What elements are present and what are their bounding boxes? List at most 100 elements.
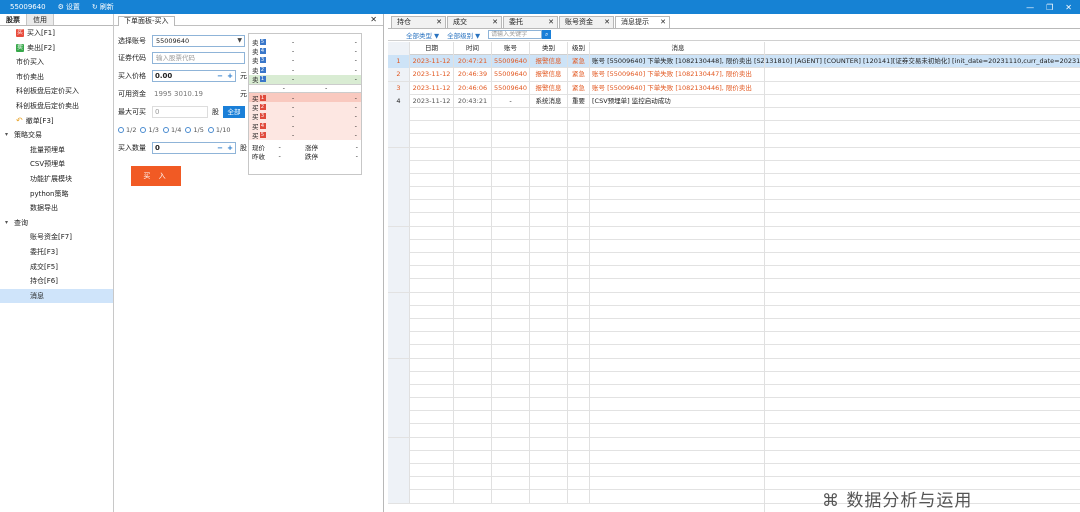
ratio-option[interactable]: 1/4	[162, 126, 181, 134]
minus-icon[interactable]: −	[215, 72, 225, 80]
level-filter[interactable]: 全部级别 ▼	[447, 30, 480, 40]
close-icon[interactable]: ✕	[436, 17, 442, 28]
plus-icon[interactable]: +	[225, 72, 235, 80]
sidebar-item-extension[interactable]: 功能扩展模块	[0, 172, 113, 187]
chevron-down-icon: ▾	[5, 131, 9, 139]
section-query[interactable]: ▾ 查询	[0, 216, 113, 231]
close-icon[interactable]: ✕	[604, 17, 610, 28]
sidebar-item-market-sell[interactable]: 市价卖出	[0, 70, 113, 85]
refresh-icon: ↻	[91, 3, 98, 11]
tab-stock[interactable]: 股票	[0, 14, 27, 25]
empty-row	[388, 226, 1080, 240]
order-book: 卖5-- 卖4-- 卖3-- 卖2-- 卖1-- -- 买1-- 买2-- 买3…	[248, 33, 362, 175]
account-select[interactable]: 55009640 ▼	[152, 35, 245, 47]
tab-orders[interactable]: 委托 ✕	[503, 16, 558, 28]
sidebar-item-star-buy[interactable]: 科创板盘后定价买入	[0, 84, 113, 99]
column-header[interactable]: 日期	[410, 42, 454, 55]
all-button[interactable]: 全部	[223, 106, 245, 118]
type-filter[interactable]: 全部类型 ▼	[406, 30, 439, 40]
sidebar-item-label: 卖出[F2]	[27, 43, 55, 52]
code-input[interactable]: 输入股票代码	[152, 52, 245, 64]
price-unit: 元	[240, 72, 247, 80]
close-icon[interactable]: ✕	[492, 17, 498, 28]
plus-icon[interactable]: +	[225, 144, 235, 152]
buy-button[interactable]: 买 入	[131, 166, 181, 186]
ratio-option[interactable]: 1/3	[140, 126, 159, 134]
table-row[interactable]: 2 2023-11-12 20:46:39 55009640 报警信息 紧急 账号 [550…	[388, 68, 1080, 82]
close-icon[interactable]: ✕	[660, 17, 666, 28]
max-value: 0	[152, 106, 208, 118]
undo-icon: ↶	[16, 115, 23, 125]
minus-icon[interactable]: −	[215, 144, 225, 152]
empty-row	[388, 173, 1080, 188]
empty-row	[388, 305, 1080, 319]
sidebar-item-orders[interactable]: 委托[F3]	[0, 245, 113, 260]
table-row[interactable]: 4 2023-11-12 20:43:21- 系统消息 重要 [CSV预埋单] 监控启动成…	[388, 94, 1080, 108]
section-label: 策略交易	[14, 131, 42, 140]
search-icon[interactable]: ⌕	[542, 30, 552, 39]
sidebar-item-label: 撤单[F3]	[25, 116, 54, 125]
empty-row	[388, 411, 1080, 425]
sell-level-row: 卖3--	[252, 56, 357, 66]
code-label: 证券代码	[118, 54, 146, 62]
sidebar-item-messages[interactable]: 消息	[0, 288, 113, 304]
refresh-button[interactable]: ↻ 刷新	[92, 2, 114, 12]
empty-row	[388, 107, 1080, 122]
sidebar-item-batch[interactable]: 批量预埋单	[0, 143, 113, 158]
empty-row	[388, 345, 1080, 359]
section-strategy[interactable]: ▾ 策略交易	[0, 128, 113, 143]
tab-credit[interactable]: 信用	[27, 14, 54, 25]
sidebar-item-cancel[interactable]: ↶ 撤单[F3]	[0, 114, 113, 129]
sidebar: 股票 信用 买买入[F1] 卖卖出[F2] 市价买入 市价卖出 科创板盘后定价买…	[0, 14, 114, 512]
column-header[interactable]: 消息	[590, 42, 764, 55]
close-icon[interactable]: ✕	[370, 14, 377, 26]
column-header[interactable]: 类别	[530, 42, 568, 55]
sidebar-item-python[interactable]: python策略	[0, 187, 113, 202]
chevron-down-icon: ▾	[5, 218, 9, 226]
book-mid-row: --	[249, 83, 361, 93]
empty-row	[388, 147, 1080, 161]
buy-level-row: 买5--	[249, 130, 361, 140]
empty-row	[388, 490, 1080, 504]
table-row[interactable]: 1 2023-11-12 20:47:21 55009640 报警信息 紧急 账号 [550…	[388, 55, 1080, 69]
tab-funds[interactable]: 账号资金 ✕	[559, 16, 614, 28]
empty-row	[388, 187, 1080, 201]
sidebar-item-trades[interactable]: 成交[F5]	[0, 260, 113, 275]
gear-icon: ⚙	[57, 3, 64, 11]
sidebar-item-buy[interactable]: 买买入[F1]	[0, 26, 113, 41]
tab-order-buy[interactable]: 下单面板-买入	[118, 16, 175, 26]
message-panel: 持仓 ✕ 成交 ✕ 委托 ✕ 账号资金 ✕ 消息提示 ✕ 全部类型 ▼ 全部级别 ▼ 请输…	[388, 14, 1080, 512]
empty-row	[388, 292, 1080, 306]
account-value: 55009640	[156, 37, 190, 45]
sidebar-item-sell[interactable]: 卖卖出[F2]	[0, 41, 113, 56]
tab-positions[interactable]: 持仓 ✕	[391, 16, 446, 28]
column-header[interactable]: 级别	[568, 42, 590, 55]
restore-icon[interactable]: ❐	[1046, 3, 1053, 12]
quantity-stepper[interactable]: 0 − +	[152, 142, 236, 154]
table-row[interactable]: 3 2023-11-12 20:46:06 55009640 报警信息 紧急 账号 [550…	[388, 81, 1080, 95]
sidebar-item-market-buy[interactable]: 市价买入	[0, 55, 113, 70]
sidebar-item-export[interactable]: 数据导出	[0, 201, 113, 216]
close-icon[interactable]: ✕	[1065, 3, 1072, 12]
tab-messages[interactable]: 消息提示 ✕	[615, 16, 670, 28]
price-stepper[interactable]: 0.00 − +	[152, 70, 236, 82]
settings-button[interactable]: ⚙ 设置	[58, 2, 80, 12]
column-header[interactable]: 时间	[454, 42, 492, 55]
sidebar-item-positions[interactable]: 持仓[F6]	[0, 274, 113, 289]
empty-row	[388, 398, 1080, 412]
title-bar: 55009640 ⚙ 设置 ↻ 刷新 — ❐ ✕	[0, 0, 1080, 14]
buy-level-row: 买3--	[249, 111, 361, 121]
minimize-icon[interactable]: —	[1026, 3, 1034, 12]
sidebar-item-funds[interactable]: 账号资金[F7]	[0, 230, 113, 245]
ratio-option[interactable]: 1/10	[207, 126, 230, 134]
ratio-option[interactable]: 1/2	[118, 126, 136, 134]
column-header[interactable]: 账号	[492, 42, 530, 55]
close-icon[interactable]: ✕	[548, 17, 554, 28]
price-value: 0.00	[155, 72, 173, 80]
sidebar-item-star-sell[interactable]: 科创板盘后定价卖出	[0, 99, 113, 114]
sidebar-item-csv[interactable]: CSV预埋单	[0, 157, 113, 172]
empty-row	[388, 213, 1080, 227]
ratio-option[interactable]: 1/5	[185, 126, 204, 134]
search-input[interactable]: 请输入关键字	[488, 30, 543, 39]
tab-trades[interactable]: 成交 ✕	[447, 16, 502, 28]
